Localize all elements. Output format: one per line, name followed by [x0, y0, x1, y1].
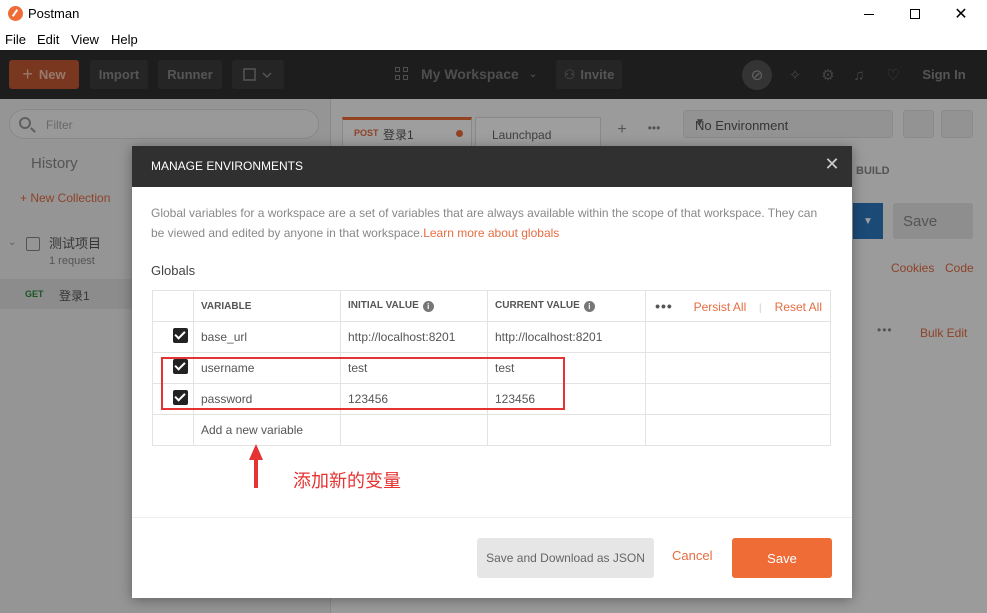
row-actions-cell	[645, 352, 831, 384]
minimize-button[interactable]	[846, 0, 892, 28]
table-header-row: VARIABLE INITIAL VALUE i CURRENT VALUE i •…	[152, 290, 831, 322]
row-actions-cell	[645, 414, 831, 446]
row-actions-cell	[645, 321, 831, 353]
row-checkbox[interactable]	[173, 328, 188, 343]
reset-all-button[interactable]: Reset All	[775, 300, 822, 314]
modal-title: MANAGE ENVIRONMENTS	[151, 159, 304, 173]
row-checkbox-cell	[152, 414, 194, 446]
menu-bar: File Edit View Help	[0, 28, 987, 50]
globals-heading: Globals	[151, 263, 196, 278]
new-variable-input[interactable]: Add a new variable	[193, 414, 341, 446]
header-initial-value: INITIAL VALUE i	[340, 290, 488, 322]
row-actions-cell	[645, 383, 831, 415]
divider: |	[759, 303, 762, 314]
postman-logo-icon	[8, 6, 23, 21]
header-initial-label: INITIAL VALUE	[348, 300, 419, 311]
globals-description: Global variables for a workspace are a s…	[151, 203, 831, 243]
initial-value-cell[interactable]: http://localhost:8201	[340, 321, 488, 353]
new-initial-value-input[interactable]	[340, 414, 488, 446]
new-current-value-input[interactable]	[487, 414, 646, 446]
save-download-json-button[interactable]: Save and Download as JSON	[477, 538, 654, 578]
menu-file[interactable]: File	[5, 32, 26, 47]
more-options-icon[interactable]: •••	[655, 298, 673, 314]
save-button[interactable]: Save	[732, 538, 832, 578]
row-checkbox-cell	[152, 321, 194, 353]
header-current-label: CURRENT VALUE	[495, 300, 580, 311]
header-variable: VARIABLE	[193, 290, 341, 322]
highlight-box	[161, 357, 565, 410]
new-variable-row: Add a new variable	[152, 414, 831, 446]
menu-view[interactable]: View	[71, 32, 99, 47]
current-value-cell[interactable]: http://localhost:8201	[487, 321, 646, 353]
title-bar: Postman ✕	[0, 0, 987, 28]
cancel-button[interactable]: Cancel	[672, 548, 712, 563]
menu-edit[interactable]: Edit	[37, 32, 59, 47]
learn-more-link[interactable]: Learn more about globals	[423, 226, 559, 240]
maximize-button[interactable]	[892, 0, 938, 28]
header-current-value: CURRENT VALUE i	[487, 290, 646, 322]
modal-header: MANAGE ENVIRONMENTS ✕	[132, 146, 852, 187]
info-icon[interactable]: i	[422, 301, 434, 312]
close-icon[interactable]: ✕	[824, 155, 840, 173]
header-variable-label: VARIABLE	[201, 300, 252, 312]
persist-all-button[interactable]: Persist All	[694, 300, 747, 314]
arrow-up-icon	[249, 444, 263, 488]
table-row: base_url http://localhost:8201 http://lo…	[152, 321, 831, 353]
window-title: Postman	[28, 6, 80, 21]
menu-help[interactable]: Help	[111, 32, 138, 47]
annotation-label: 添加新的变量	[293, 471, 401, 491]
footer-divider	[132, 517, 852, 518]
info-icon[interactable]: i	[583, 301, 595, 312]
header-checkbox-cell	[152, 290, 194, 322]
close-window-button[interactable]: ✕	[938, 0, 984, 28]
header-actions: ••• Persist All | Reset All	[645, 290, 831, 322]
variable-cell[interactable]: base_url	[193, 321, 341, 353]
